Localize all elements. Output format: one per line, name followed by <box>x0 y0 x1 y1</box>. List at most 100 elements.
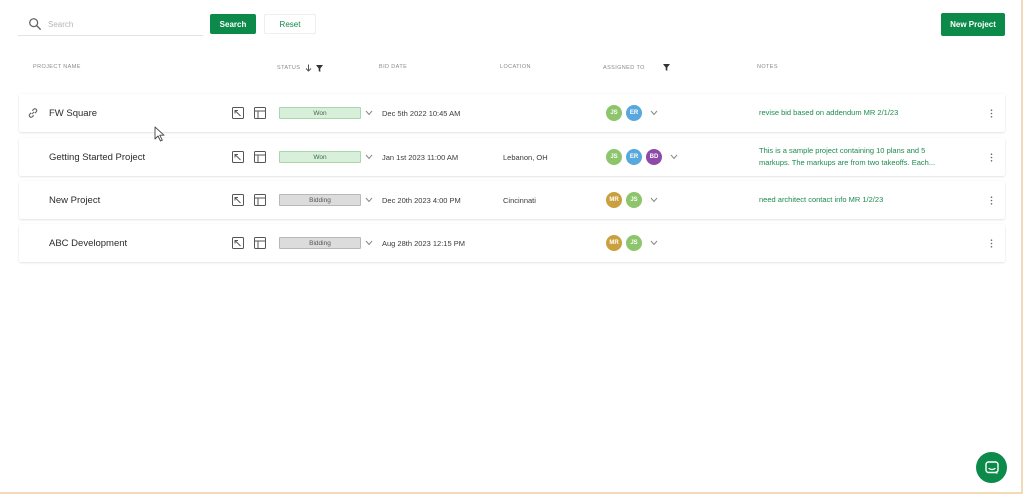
project-name[interactable]: FW Square <box>49 94 97 132</box>
project-row[interactable]: Getting Started Project Won Jan 1st 2023… <box>19 138 1005 176</box>
header-status[interactable]: STATUS <box>277 64 324 72</box>
kebab-menu-icon[interactable] <box>990 108 993 118</box>
assigned-to-select[interactable]: JS ER <box>606 94 658 132</box>
project-row[interactable]: ABC Development Bidding Aug 28th 2023 12… <box>19 224 1005 262</box>
open-takeoff-button[interactable] <box>253 224 267 262</box>
bid-date: Dec 20th 2023 4:00 PM <box>382 195 461 205</box>
filter-icon[interactable] <box>316 64 324 72</box>
bid-date: Aug 28th 2023 12:15 PM <box>382 238 465 248</box>
avatar: MR <box>606 192 622 208</box>
search-button[interactable]: Search <box>210 14 256 34</box>
open-plans-button[interactable] <box>231 224 245 262</box>
plans-icon[interactable] <box>231 193 245 207</box>
open-plans-button[interactable] <box>231 94 245 132</box>
avatar: JS <box>606 149 622 165</box>
open-takeoff-button[interactable] <box>253 94 267 132</box>
chevron-down-icon[interactable] <box>650 110 658 116</box>
layout-icon[interactable] <box>253 193 267 207</box>
notes-line: revise bid based on addendum MR 2/1/23 <box>759 108 899 117</box>
chevron-down-icon[interactable] <box>365 154 373 160</box>
chevron-down-icon[interactable] <box>650 197 658 203</box>
layout-icon[interactable] <box>253 236 267 250</box>
header-location[interactable]: LOCATION <box>500 64 531 70</box>
status-badge[interactable]: Bidding <box>279 237 361 249</box>
row-menu-button[interactable] <box>990 224 993 262</box>
status-select[interactable]: Won <box>279 94 373 132</box>
chevron-down-icon[interactable] <box>365 240 373 246</box>
header-status-label: STATUS <box>277 65 301 71</box>
status-badge[interactable]: Won <box>279 107 361 119</box>
new-project-button[interactable]: New Project <box>941 13 1005 36</box>
header-notes-label: NOTES <box>757 64 778 70</box>
header-notes: NOTES <box>757 64 778 70</box>
header-assigned-to-label: ASSIGNED TO <box>603 64 645 71</box>
sort-down-icon[interactable] <box>305 64 312 72</box>
notes-text[interactable]: This is a sample project containing 10 p… <box>759 145 935 169</box>
chevron-down-icon[interactable] <box>670 154 678 160</box>
header-bid-date-label: BID DATE <box>379 64 408 70</box>
avatar: ER <box>626 105 642 121</box>
chevron-down-icon[interactable] <box>365 197 373 203</box>
avatar: BD <box>646 149 662 165</box>
notes-cell[interactable]: This is a sample project containing 10 p… <box>759 138 935 176</box>
notes-line: This is a sample project containing 10 p… <box>759 146 926 155</box>
mouse-cursor-icon <box>154 126 165 142</box>
link-icon[interactable] <box>27 107 39 119</box>
header-bid-date[interactable]: BID DATE <box>379 64 407 70</box>
location: Cincinnati <box>503 195 536 205</box>
open-takeoff-button[interactable] <box>253 138 267 176</box>
open-plans-button[interactable] <box>231 181 245 219</box>
assigned-to-select[interactable]: MR JS <box>606 181 658 219</box>
chevron-down-icon[interactable] <box>365 110 373 116</box>
project-name[interactable]: ABC Development <box>49 224 127 262</box>
bid-date: Jan 1st 2023 11:00 AM <box>382 152 459 162</box>
plans-icon[interactable] <box>231 236 245 250</box>
status-select[interactable]: Won <box>279 138 373 176</box>
project-row[interactable]: New Project Bidding Dec 20th 2023 4:00 P… <box>19 181 1005 219</box>
link-icon-wrap[interactable] <box>27 94 39 132</box>
assigned-to-select[interactable]: JS ER BD <box>606 138 678 176</box>
open-plans-button[interactable] <box>231 138 245 176</box>
kebab-menu-icon[interactable] <box>990 152 993 162</box>
open-takeoff-button[interactable] <box>253 181 267 219</box>
layout-icon[interactable] <box>253 106 267 120</box>
row-menu-button[interactable] <box>990 94 993 132</box>
search-icon <box>29 18 41 30</box>
notes-line: need architect contact info MR 1/2/23 <box>759 195 884 204</box>
location: Lebanon, OH <box>503 152 548 162</box>
status-select[interactable]: Bidding <box>279 224 373 262</box>
header-location-label: LOCATION <box>500 64 531 70</box>
filter-icon[interactable] <box>662 64 670 71</box>
search-input[interactable] <box>48 19 188 29</box>
kebab-menu-icon[interactable] <box>990 238 993 248</box>
avatar: JS <box>606 105 622 121</box>
plans-icon[interactable] <box>231 150 245 164</box>
header-project-name[interactable]: PROJECT NAME <box>33 64 81 70</box>
avatar: ER <box>626 149 642 165</box>
chat-icon <box>984 460 999 474</box>
assigned-to-select[interactable]: MR JS <box>606 224 658 262</box>
header-assigned-to[interactable]: ASSIGNED TO <box>603 64 670 71</box>
chat-launcher-button[interactable] <box>976 452 1007 483</box>
notes-line: markups. The markups are from two takeof… <box>759 158 936 167</box>
header-project-name-label: PROJECT NAME <box>33 64 81 70</box>
project-name[interactable]: New Project <box>49 181 100 219</box>
chevron-down-icon[interactable] <box>650 240 658 246</box>
layout-icon[interactable] <box>253 150 267 164</box>
search-box[interactable] <box>18 13 203 36</box>
project-name[interactable]: Getting Started Project <box>49 138 145 176</box>
notes-text[interactable]: need architect contact info MR 1/2/23 <box>759 194 883 206</box>
avatar: JS <box>626 235 642 251</box>
notes-cell[interactable]: need architect contact info MR 1/2/23 <box>759 181 883 219</box>
row-menu-button[interactable] <box>990 181 993 219</box>
status-badge[interactable]: Bidding <box>279 194 361 206</box>
row-menu-button[interactable] <box>990 138 993 176</box>
notes-cell[interactable]: revise bid based on addendum MR 2/1/23 <box>759 94 898 132</box>
notes-text[interactable]: revise bid based on addendum MR 2/1/23 <box>759 107 898 119</box>
plans-icon[interactable] <box>231 106 245 120</box>
project-row[interactable]: FW Square Won Dec 5th 2022 10:45 AM JS ER <box>19 94 1005 132</box>
status-select[interactable]: Bidding <box>279 181 373 219</box>
reset-button[interactable]: Reset <box>264 14 316 34</box>
kebab-menu-icon[interactable] <box>990 195 993 205</box>
status-badge[interactable]: Won <box>279 151 361 163</box>
